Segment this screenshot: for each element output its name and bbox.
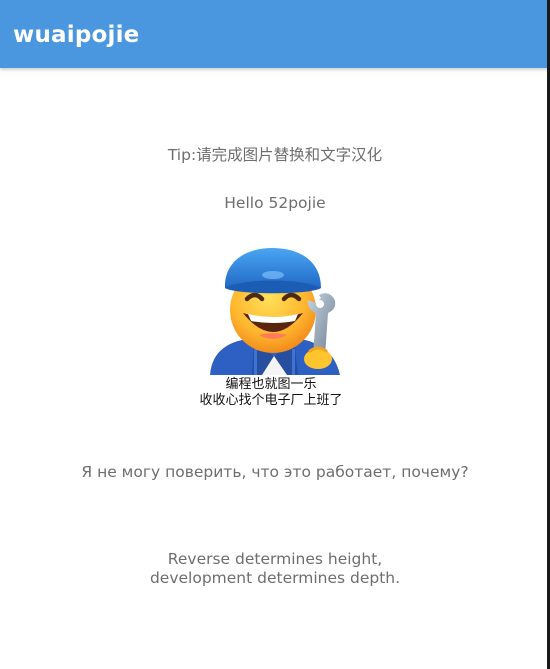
app-screen: wuaipojie Tip:请完成图片替换和文字汉化 Hello 52pojie: [0, 0, 550, 669]
quote-line-1: Reverse determines height,: [167, 550, 383, 568]
hello-text: Hello 52pojie: [224, 194, 326, 212]
image-caption-line-1: 编程也就图一乐: [225, 377, 317, 392]
tip-text: Tip:请完成图片替换和文字汉化: [167, 146, 383, 164]
quote-line-2: development determines depth.: [149, 569, 401, 587]
image-caption-line-2: 收收心找个电子厂上班了: [199, 393, 343, 408]
russian-text: Я не могу поверить, что это работает, по…: [81, 463, 469, 481]
quote-text: Reverse determines height, development d…: [0, 550, 550, 588]
mechanic-emoji-icon: [210, 248, 340, 375]
app-title: wuaipojie: [13, 22, 140, 48]
app-bar: wuaipojie: [0, 0, 550, 68]
